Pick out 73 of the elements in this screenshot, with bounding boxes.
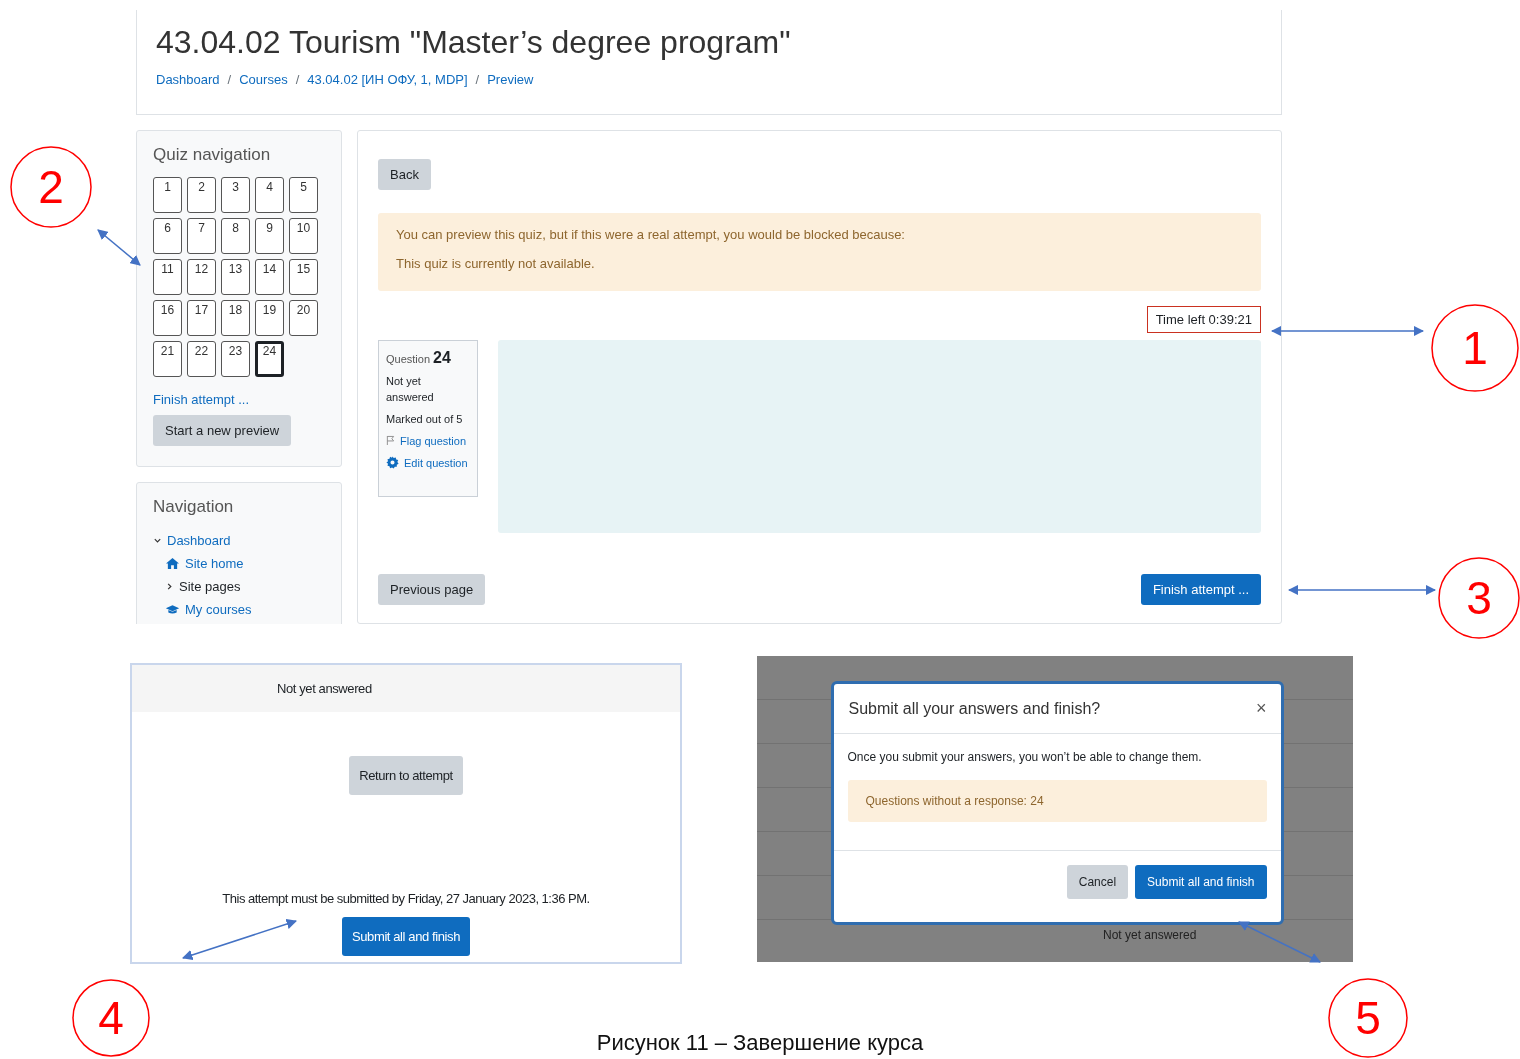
question-button[interactable]: 24 [255, 341, 284, 377]
question-button[interactable]: 11 [153, 259, 182, 295]
panel-title: Quiz navigation [153, 145, 272, 165]
question-button[interactable]: 14 [255, 259, 284, 295]
start-preview-button[interactable]: Start a new preview [153, 415, 292, 446]
question-button[interactable]: 20 [289, 300, 318, 336]
nav-link[interactable]: Site home [185, 556, 244, 571]
timer: Time left 0:39:21 [1146, 306, 1261, 333]
question-button[interactable]: 7 [187, 218, 216, 254]
question-button[interactable]: 21 [153, 341, 182, 377]
close-button[interactable]: × [1254, 698, 1269, 719]
cancel-button[interactable]: Cancel [1066, 865, 1129, 899]
breadcrumb-separator: / [295, 72, 300, 87]
breadcrumb-separator: / [227, 72, 232, 87]
question-button[interactable]: 3 [221, 177, 250, 213]
warning-alert: Questions without a response: 24 [847, 780, 1267, 822]
question-mark: Marked out of 5 [386, 412, 464, 427]
back-button[interactable]: Back [378, 159, 431, 190]
finish-attempt-link[interactable]: Finish attempt ... [153, 392, 325, 407]
deadline-text: This attempt must be submitted by Friday, 27 January 2023, 1:36 PM. [222, 891, 590, 906]
gear-icon [386, 456, 399, 469]
page-title: 43.04.02 Tourism "Master’s degree program" [156, 23, 792, 62]
submit-all-button[interactable]: Submit all and finish [342, 917, 470, 956]
graduation-cap-icon [165, 603, 180, 616]
question-button[interactable]: 12 [187, 259, 216, 295]
panel-title: Navigation [153, 497, 235, 517]
question-button[interactable]: 5 [289, 177, 318, 213]
finish-attempt-button[interactable]: Finish attempt ... [1140, 574, 1261, 605]
warning-text: You can preview this quiz, but if this were a real attempt, you would be blocked because: [396, 227, 906, 242]
flag-question-link[interactable]: Flag question [400, 433, 467, 449]
background-text: Not yet answered [1103, 928, 1197, 942]
flag-icon [386, 435, 395, 446]
question-button[interactable]: 8 [221, 218, 250, 254]
question-button[interactable]: 13 [221, 259, 250, 295]
question-button[interactable]: 1 [153, 177, 182, 213]
question-button[interactable]: 6 [153, 218, 182, 254]
dialog-title: Submit all your answers and finish? [848, 699, 1101, 718]
previous-page-button[interactable]: Previous page [378, 574, 486, 605]
question-button[interactable]: 10 [289, 218, 318, 254]
question-button[interactable]: 16 [153, 300, 182, 336]
breadcrumb-link[interactable]: Dashboard [156, 72, 220, 87]
edit-question-link[interactable]: Edit question [404, 455, 468, 471]
breadcrumb-link[interactable]: 43.04.02 [ИН ОФУ, 1, MDP] [307, 72, 468, 87]
breadcrumb-link[interactable]: Preview [487, 72, 534, 87]
callout-number: 5 [1328, 978, 1408, 1058]
submit-all-button[interactable]: Submit all and finish [1135, 865, 1267, 899]
question-status: Not yet answered [386, 374, 435, 405]
return-to-attempt-button[interactable]: Return to attempt [349, 756, 463, 795]
question-button[interactable]: 4 [255, 177, 284, 213]
callout-number: 3 [1438, 557, 1520, 639]
warning-text: This quiz is currently not available. [396, 256, 596, 271]
callout-number: 2 [10, 146, 92, 228]
figure-caption: Рисунок 11 – Завершение курса [595, 1030, 925, 1056]
question-button[interactable]: 2 [187, 177, 216, 213]
nav-link[interactable]: My courses [185, 602, 252, 617]
question-status: Not yet answered [277, 681, 372, 696]
question-button[interactable]: 9 [255, 218, 284, 254]
question-button[interactable]: 19 [255, 300, 284, 336]
nav-link[interactable]: Site pages [179, 579, 241, 594]
question-button[interactable]: 23 [221, 341, 250, 377]
double-arrow [97, 229, 141, 266]
home-icon [165, 557, 180, 570]
callout-number: 4 [72, 979, 150, 1057]
question-number: Question 24 [386, 349, 452, 367]
question-button[interactable]: 22 [187, 341, 216, 377]
callout-number: 1 [1431, 304, 1519, 392]
dialog-message: Once you submit your answers, you won’t be able to change them. [847, 750, 1203, 764]
question-button[interactable]: 18 [221, 300, 250, 336]
question-button[interactable]: 15 [289, 259, 318, 295]
breadcrumb-separator: / [475, 72, 480, 87]
question-button[interactable]: 17 [187, 300, 216, 336]
nav-link[interactable]: Dashboard [167, 533, 231, 548]
breadcrumb-link[interactable]: Courses [239, 72, 288, 87]
